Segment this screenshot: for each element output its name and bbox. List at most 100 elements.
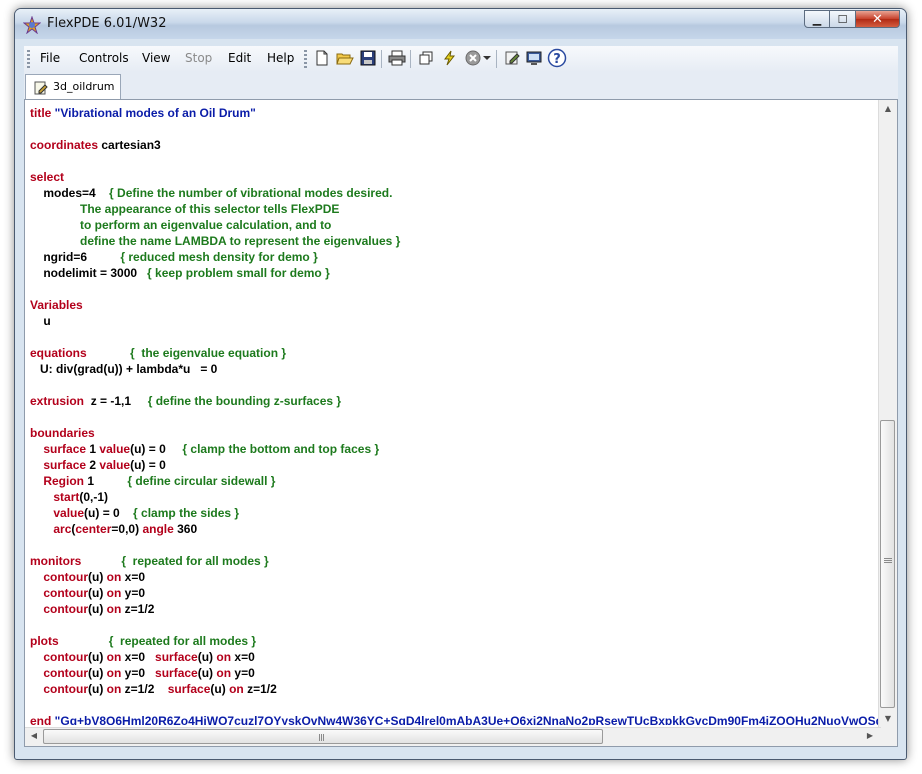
edit-script-button[interactable] xyxy=(502,48,522,68)
code-line[interactable] xyxy=(30,617,878,633)
monitor-button[interactable] xyxy=(524,48,544,68)
code-line[interactable]: surface 2 value(u) = 0 xyxy=(30,457,878,473)
scroll-down-arrow-icon[interactable]: ▼ xyxy=(883,714,893,724)
vertical-scroll-thumb[interactable] xyxy=(880,420,895,708)
maximize-button[interactable]: ☐ xyxy=(830,10,856,28)
code-text: x=0 xyxy=(234,650,255,664)
code-line[interactable]: arc(center=0,0) angle 360 xyxy=(30,521,878,537)
minimize-button[interactable]: ▁ xyxy=(804,10,830,28)
vertical-scrollbar[interactable]: ▲ ▼ xyxy=(878,100,897,729)
menu-view[interactable]: View xyxy=(142,51,170,65)
menu-controls[interactable]: Controls xyxy=(79,51,129,65)
code-line[interactable]: U: div(grad(u)) + lambda*u = 0 xyxy=(30,361,878,377)
code-keyword: on xyxy=(229,682,248,696)
code-line[interactable] xyxy=(30,377,878,393)
code-line[interactable]: start(0,-1) xyxy=(30,489,878,505)
title-bar[interactable]: FlexPDE 6.01/W32 ▁ ☐ ✕ xyxy=(15,9,906,39)
tab-3d-oildrum[interactable]: 3d_oildrum xyxy=(25,74,121,100)
code-line[interactable]: surface 1 value(u) = 0 { clamp the botto… xyxy=(30,441,878,457)
code-keyword: Variables xyxy=(30,298,83,312)
code-keyword: arc xyxy=(53,522,72,536)
close-button[interactable]: ✕ xyxy=(856,10,900,28)
scrollbar-corner xyxy=(879,728,897,746)
code-keyword: surface xyxy=(155,666,198,680)
toolbar-separator xyxy=(410,50,411,68)
code-line[interactable]: monitors { repeated for all modes } xyxy=(30,553,878,569)
toolbar-grip[interactable] xyxy=(304,50,307,68)
code-line[interactable] xyxy=(30,329,878,345)
code-line[interactable]: contour(u) on z=1/2 surface(u) on z=1/2 xyxy=(30,681,878,697)
code-text: u xyxy=(30,314,51,328)
menu-edit[interactable]: Edit xyxy=(228,51,251,65)
code-line[interactable]: Variables xyxy=(30,297,878,313)
code-line[interactable]: coordinates cartesian3 xyxy=(30,137,878,153)
flexpde-app-icon[interactable] xyxy=(22,15,42,35)
code-keyword: plots xyxy=(30,634,109,648)
code-text: (u) = 0 xyxy=(84,506,134,520)
code-line[interactable] xyxy=(30,697,878,713)
code-line[interactable]: ngrid=6 { reduced mesh density for demo … xyxy=(30,249,878,265)
thumb-grip-icon xyxy=(319,734,325,741)
code-comment: { repeated for all modes } xyxy=(108,634,257,648)
stop-dropdown-button[interactable] xyxy=(481,48,493,68)
code-keyword: extrusion xyxy=(30,394,88,408)
code-line[interactable]: contour(u) on y=0 xyxy=(30,585,878,601)
menu-stop[interactable]: Stop xyxy=(185,51,212,65)
code-line[interactable]: contour(u) on y=0 surface(u) on y=0 xyxy=(30,665,878,681)
print-button[interactable] xyxy=(387,48,407,68)
script-text[interactable]: title "Vibrational modes of an Oil Drum"… xyxy=(30,105,878,725)
code-line[interactable]: title "Vibrational modes of an Oil Drum" xyxy=(30,105,878,121)
code-line[interactable]: contour(u) on x=0 surface(u) on x=0 xyxy=(30,649,878,665)
code-line[interactable]: nodelimit = 3000 { keep problem small fo… xyxy=(30,265,878,281)
code-keyword: surface xyxy=(155,650,198,664)
code-keyword: Region xyxy=(43,474,88,488)
code-line[interactable] xyxy=(30,537,878,553)
code-keyword: angle xyxy=(142,522,178,536)
help-button[interactable]: ? xyxy=(547,48,567,68)
code-line[interactable] xyxy=(30,121,878,137)
code-line[interactable]: Region 1 { define circular sidewall } xyxy=(30,473,878,489)
open-file-button[interactable] xyxy=(335,48,355,68)
scroll-left-arrow-icon[interactable]: ◀ xyxy=(29,731,39,741)
code-line[interactable]: equations { the eigenvalue equation } xyxy=(30,345,878,361)
menu-grip[interactable] xyxy=(27,50,30,68)
code-line[interactable]: contour(u) on x=0 xyxy=(30,569,878,585)
code-line[interactable] xyxy=(30,153,878,169)
code-line[interactable]: select xyxy=(30,169,878,185)
run-button[interactable] xyxy=(439,48,459,68)
script-editor[interactable]: title "Vibrational modes of an Oil Drum"… xyxy=(24,99,898,747)
horizontal-scrollbar[interactable]: ◀ ▶ xyxy=(25,727,881,746)
thumb-grip-icon xyxy=(884,558,892,564)
copy-window-button[interactable] xyxy=(416,48,436,68)
code-line[interactable]: contour(u) on z=1/2 xyxy=(30,601,878,617)
code-line[interactable]: plots { repeated for all modes } xyxy=(30,633,878,649)
code-line[interactable]: define the name LAMBDA to represent the … xyxy=(30,233,878,249)
menu-file[interactable]: File xyxy=(40,51,60,65)
code-line[interactable]: modes=4 { Define the number of vibration… xyxy=(30,185,878,201)
code-text: nodelimit = 3000 xyxy=(30,266,148,280)
horizontal-scroll-thumb[interactable] xyxy=(43,729,603,744)
code-line[interactable]: value(u) = 0 { clamp the sides } xyxy=(30,505,878,521)
code-keyword: coordinates xyxy=(30,138,102,152)
stop-button[interactable] xyxy=(463,48,483,68)
save-button[interactable] xyxy=(358,48,378,68)
scroll-up-arrow-icon[interactable]: ▲ xyxy=(883,104,893,114)
code-line[interactable]: u xyxy=(30,313,878,329)
code-text: (u) xyxy=(88,650,107,664)
code-keyword: contour xyxy=(43,602,89,616)
code-line[interactable]: end "Gq+bV8Q6Hml20R6Zo4HjWO7cuzl7QYyskOv… xyxy=(30,713,878,725)
code-line[interactable]: to perform an eigenvalue calculation, an… xyxy=(30,217,878,233)
code-line[interactable] xyxy=(30,281,878,297)
code-line[interactable] xyxy=(30,409,878,425)
code-line[interactable]: extrusion z = -1,1 { define the bounding… xyxy=(30,393,878,409)
code-line[interactable]: boundaries xyxy=(30,425,878,441)
scroll-right-arrow-icon[interactable]: ▶ xyxy=(865,731,875,741)
code-comment: { repeated for all modes } xyxy=(121,554,269,568)
menu-help[interactable]: Help xyxy=(267,51,294,65)
tab-label: 3d_oildrum xyxy=(53,80,115,93)
code-text: z = -1,1 xyxy=(87,394,148,408)
code-keyword: surface xyxy=(43,458,90,472)
code-line[interactable]: The appearance of this selector tells Fl… xyxy=(30,201,878,217)
new-file-button[interactable] xyxy=(312,48,332,68)
